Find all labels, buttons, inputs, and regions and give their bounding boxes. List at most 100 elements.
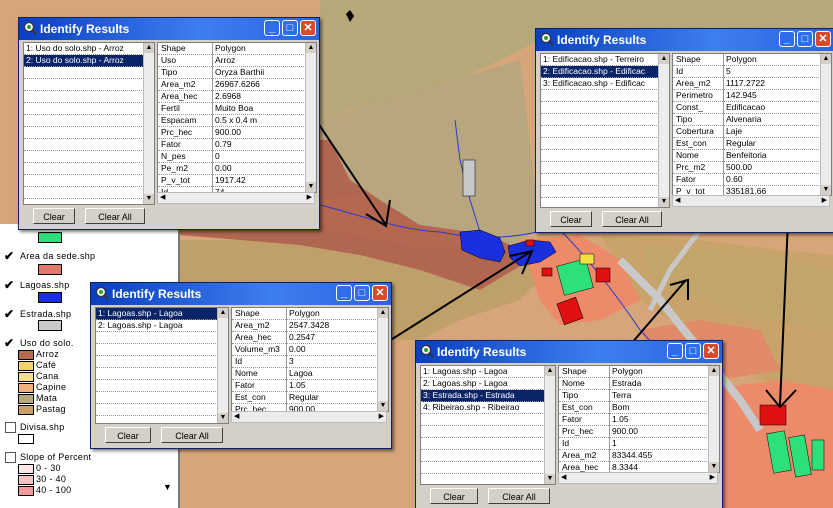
list-item[interactable]: 1: Uso do solo.shp - Arroz <box>24 43 144 55</box>
list-item[interactable]: 2: Lagoas.shp - Lagoa <box>96 320 218 332</box>
scroll-left-arrow[interactable]: ◀ <box>561 473 566 483</box>
list-empty-row <box>24 79 144 91</box>
scroll-right-arrow[interactable]: ▶ <box>822 196 827 206</box>
results-list[interactable]: 1: Edificacao.shp - Terreiro 2: Edificaca… <box>540 53 670 208</box>
scroll-right-arrow[interactable]: ▶ <box>710 473 715 483</box>
identify-results-window-w4[interactable]: Identify Results _ □ ✕ 1: Lagoas.shp - Lagoa… <box>415 340 723 508</box>
checkbox-slope-of-percent[interactable] <box>5 452 16 463</box>
scroll-down-arrow[interactable]: ▼ <box>378 401 388 411</box>
attributes-horizontal-scrollbar[interactable]: ◀ ▶ <box>672 195 830 207</box>
scroll-down-arrow[interactable]: ▼ <box>144 194 154 204</box>
clear-button[interactable]: Clear <box>105 427 151 443</box>
scroll-right-arrow[interactable]: ▶ <box>307 193 312 203</box>
close-button[interactable]: ✕ <box>815 31 831 47</box>
list-item[interactable]: 2: Edificacao.shp - Edificac <box>541 66 659 78</box>
maximize-button[interactable]: □ <box>685 343 701 359</box>
results-list[interactable]: 1: Uso do solo.shp - Arroz 2: Uso do solo… <box>23 42 155 205</box>
attributes-horizontal-scrollbar[interactable]: ◀ ▶ <box>157 192 315 204</box>
title-bar[interactable]: Identify Results _ □ ✕ <box>19 18 319 40</box>
scroll-up-arrow[interactable]: ▲ <box>821 54 831 64</box>
identify-results-window-w3[interactable]: Identify Results _ □ ✕ 1: Lagoas.shp - Lagoa… <box>90 282 392 449</box>
list-empty-row <box>421 414 545 426</box>
attributes-horizontal-scrollbar[interactable]: ◀ ▶ <box>231 411 387 423</box>
identify-results-window-w2[interactable]: Identify Results _ □ ✕ 1: Edificacao.shp - T… <box>535 28 833 233</box>
legend-layer-estrada: Estrada.shp <box>20 309 72 319</box>
close-button[interactable]: ✕ <box>300 20 316 36</box>
close-button[interactable]: ✕ <box>372 285 388 301</box>
close-button[interactable]: ✕ <box>703 343 719 359</box>
list-item[interactable]: 4: Ribeirao.shp - Ribeirao <box>421 402 545 414</box>
list-item[interactable]: 2: Lagoas.shp - Lagoa <box>421 378 545 390</box>
scroll-down-arrow[interactable]: ▼ <box>659 197 669 207</box>
scroll-down-arrow[interactable]: ▼ <box>821 185 831 195</box>
attribute-value: 0.00 <box>215 163 232 173</box>
minimize-button[interactable]: _ <box>336 285 352 301</box>
minimize-button[interactable]: _ <box>667 343 683 359</box>
list-scrollbar[interactable]: ▲ ▼ <box>544 366 555 484</box>
list-item[interactable]: 3: Estrada.shp - Estrada <box>421 390 545 402</box>
scroll-up-arrow[interactable]: ▲ <box>709 366 719 376</box>
attribute-value: Benfeitoria <box>726 150 767 160</box>
checkbox-lagoas[interactable]: ✔ <box>4 279 14 291</box>
attribute-name: Fator <box>562 414 582 424</box>
title-bar[interactable]: Identify Results _ □ ✕ <box>536 29 833 51</box>
list-item[interactable]: 1: Lagoas.shp - Lagoa <box>421 366 545 378</box>
maximize-button[interactable]: □ <box>282 20 298 36</box>
checkbox-uso-do-solo[interactable]: ✔ <box>4 337 14 349</box>
list-scrollbar[interactable]: ▲ ▼ <box>658 54 669 207</box>
clear-all-button[interactable]: Clear All <box>85 208 145 224</box>
clear-button[interactable]: Clear <box>430 488 478 504</box>
scroll-left-arrow[interactable]: ◀ <box>160 193 165 203</box>
clear-all-button[interactable]: Clear All <box>488 488 550 504</box>
clear-button[interactable]: Clear <box>33 208 75 224</box>
list-scrollbar[interactable]: ▲ ▼ <box>217 308 228 423</box>
scroll-left-arrow[interactable]: ◀ <box>234 412 239 422</box>
legend-swatch-divisa <box>18 434 34 444</box>
maximize-button[interactable]: □ <box>354 285 370 301</box>
legend-swatch-pastagem <box>18 405 34 415</box>
minimize-button[interactable]: _ <box>264 20 280 36</box>
scroll-left-arrow[interactable]: ◀ <box>675 196 680 206</box>
scroll-down-arrow[interactable]: ▼ <box>709 462 719 472</box>
scroll-right-arrow[interactable]: ▶ <box>379 412 384 422</box>
list-item[interactable]: 3: Edificacao.shp - Edificac <box>541 78 659 90</box>
scroll-up-arrow[interactable]: ▲ <box>144 43 154 53</box>
scroll-up-arrow[interactable]: ▲ <box>545 366 555 376</box>
scroll-up-arrow[interactable]: ▲ <box>218 308 228 318</box>
title-bar[interactable]: Identify Results _ □ ✕ <box>91 283 391 305</box>
attributes-scrollbar[interactable]: ▲ ▼ <box>377 308 388 411</box>
minimize-button[interactable]: _ <box>779 31 795 47</box>
scroll-up-arrow[interactable]: ▲ <box>306 43 316 53</box>
checkbox-divisa[interactable] <box>5 422 16 433</box>
scroll-down-arrow[interactable]: ▼ <box>545 474 555 484</box>
list-empty-row <box>96 392 218 404</box>
attributes-scrollbar[interactable]: ▲ ▼ <box>305 43 316 192</box>
list-item[interactable]: 2: Uso do solo.shp - Arroz <box>24 55 144 67</box>
scroll-down-arrow[interactable]: ▼ <box>218 413 228 423</box>
attribute-name: Prc_hec <box>562 426 594 436</box>
scroll-up-arrow[interactable]: ▲ <box>659 54 669 64</box>
attributes-scrollbar[interactable]: ▲ ▼ <box>820 54 831 195</box>
attributes-horizontal-scrollbar[interactable]: ◀ ▶ <box>558 472 718 484</box>
title-bar[interactable]: Identify Results _ □ ✕ <box>416 341 722 363</box>
list-item[interactable]: 1: Lagoas.shp - Lagoa <box>96 308 218 320</box>
list-scrollbar[interactable]: ▲ ▼ <box>143 43 154 204</box>
clear-all-button[interactable]: Clear All <box>161 427 223 443</box>
attribute-row: Area_m2 2547.3428 <box>232 320 378 332</box>
results-list[interactable]: 1: Lagoas.shp - Lagoa 2: Lagoas.shp - Lag… <box>95 307 229 424</box>
checkbox-estrada[interactable]: ✔ <box>4 308 14 320</box>
legend-scroll-arrow[interactable]: ▼ <box>163 482 172 492</box>
attributes-table: Shape Polygon Id 5 Area_m2 1117.2722 Perimetro… <box>672 53 832 196</box>
attributes-scrollbar[interactable]: ▲ ▼ <box>708 366 719 472</box>
maximize-button[interactable]: □ <box>797 31 813 47</box>
clear-all-button[interactable]: Clear All <box>602 211 662 227</box>
attribute-name: Tipo <box>676 114 693 124</box>
scroll-down-arrow[interactable]: ▼ <box>306 182 316 192</box>
clear-button[interactable]: Clear <box>550 211 592 227</box>
list-item[interactable]: 1: Edificacao.shp - Terreiro <box>541 54 659 66</box>
scroll-up-arrow[interactable]: ▲ <box>378 308 388 318</box>
identify-results-window-w1[interactable]: Identify Results _ □ ✕ 1: Uso do solo.shp - … <box>18 17 320 230</box>
results-list[interactable]: 1: Lagoas.shp - Lagoa 2: Lagoas.shp - Lag… <box>420 365 556 485</box>
legend-swatch-slope-40-100 <box>18 486 34 496</box>
checkbox-area-da-sede[interactable]: ✔ <box>4 250 14 262</box>
